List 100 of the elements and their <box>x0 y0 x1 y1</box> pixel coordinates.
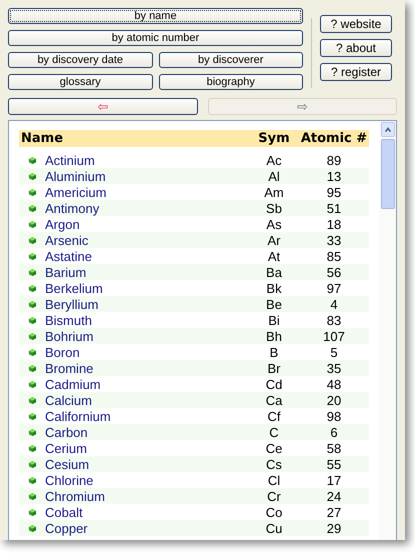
table-cell-text: Ce <box>264 440 284 456</box>
element-name[interactable]: Argon <box>45 216 249 232</box>
cube-icon <box>28 524 37 532</box>
cube-icon <box>28 460 37 468</box>
element-name[interactable]: Californium <box>45 408 249 424</box>
table-cell-text: At <box>266 248 282 264</box>
element-name[interactable]: Cerium <box>45 440 249 456</box>
table-cell-text: 97 <box>326 280 342 296</box>
cube-icon <box>28 444 37 452</box>
cube-icon <box>28 364 37 372</box>
cube-icon <box>28 156 37 164</box>
element-name[interactable]: Cobalt <box>45 504 249 520</box>
table-cell-text: Bi <box>267 312 281 328</box>
cube-icon <box>28 428 37 436</box>
help-button[interactable]: ? website <box>320 15 392 33</box>
table-cell-text: Br <box>266 360 282 376</box>
help-button[interactable]: ? register <box>320 63 392 81</box>
element-name[interactable]: Bohrium <box>45 328 249 344</box>
table-cell-text: 4 <box>329 296 339 312</box>
table-cell-text: Bk <box>265 280 283 296</box>
cube-icon <box>28 316 37 324</box>
scroll-up-button[interactable] <box>380 122 394 137</box>
table-cell-text: 83 <box>326 312 342 328</box>
element-name[interactable]: Cadmium <box>45 376 249 392</box>
table-cell-text: 56 <box>326 264 342 280</box>
element-name[interactable]: Actinium <box>45 152 249 168</box>
cube-icon <box>28 396 37 404</box>
element-name[interactable]: Astatine <box>45 248 249 264</box>
table-cell-text: 85 <box>326 248 342 264</box>
table-cell-text: 107 <box>322 328 346 344</box>
table-cell-text: 18 <box>326 216 342 232</box>
element-name[interactable]: Bromine <box>45 360 249 376</box>
column-header: Sym <box>257 131 291 146</box>
table-cell-text: Cd <box>264 376 284 392</box>
table-cell-text: Sb <box>265 200 283 216</box>
element-name[interactable]: Cesium <box>45 456 249 472</box>
table-cell-text: Cu <box>264 520 284 536</box>
element-name[interactable]: Copper <box>45 520 249 536</box>
cube-icon <box>28 188 37 196</box>
table-cell-text: 27 <box>326 504 342 520</box>
table-cell-text: Ba <box>265 264 283 280</box>
element-name[interactable]: Calcium <box>45 392 249 408</box>
cube-icon <box>28 252 37 260</box>
element-name[interactable]: Arsenic <box>45 232 249 248</box>
table-cell-text: Cr <box>266 488 282 504</box>
table-cell-text: 48 <box>326 376 342 392</box>
table-cell-text: Ca <box>264 392 284 408</box>
table-cell-text: 13 <box>326 168 342 184</box>
chevron-up-icon <box>384 126 392 134</box>
table-cell-text: 55 <box>326 456 342 472</box>
sort-button[interactable]: biography <box>158 74 303 90</box>
nav-button[interactable]: ⇦ <box>8 98 198 115</box>
sort-button[interactable]: by discovery date <box>8 52 152 68</box>
column-header: Name <box>21 131 64 146</box>
element-name[interactable]: Beryllium <box>45 296 249 312</box>
table-cell-text: Bh <box>265 328 283 344</box>
table-cell-text: 29 <box>326 520 342 536</box>
table-cell-text: C <box>268 424 280 440</box>
scrollbar[interactable] <box>379 121 396 540</box>
element-name[interactable]: Barium <box>45 264 249 280</box>
cube-icon <box>28 492 37 500</box>
table-cell-text: Ar <box>266 232 282 248</box>
sort-button[interactable]: by discoverer <box>158 52 303 68</box>
cube-icon <box>28 380 37 388</box>
element-name[interactable]: Boron <box>45 344 249 360</box>
cube-icon <box>28 220 37 228</box>
element-name[interactable]: Carbon <box>45 424 249 440</box>
element-name[interactable]: Chromium <box>45 488 249 504</box>
table-cell-text: Cs <box>265 456 283 472</box>
table-cell-text: Al <box>267 168 281 184</box>
cube-icon <box>28 348 37 356</box>
element-name[interactable]: Berkelium <box>45 280 249 296</box>
cube-icon <box>28 172 37 180</box>
table-cell-text: Cf <box>266 408 282 424</box>
help-button[interactable]: ? about <box>320 39 392 57</box>
table-cell-text: Am <box>263 184 285 200</box>
element-name[interactable]: Antimony <box>45 200 249 216</box>
element-name[interactable]: Bismuth <box>45 312 249 328</box>
table-cell-text: 20 <box>326 392 342 408</box>
column-header: Atomic # <box>300 131 368 146</box>
sort-button[interactable]: glossary <box>8 74 152 90</box>
sort-button[interactable]: by atomic number <box>8 30 303 46</box>
cube-icon <box>28 412 37 420</box>
table-cell-text: 24 <box>326 488 342 504</box>
table-cell-text: 35 <box>326 360 342 376</box>
scroll-thumb[interactable] <box>380 139 394 209</box>
table-cell-text: 98 <box>326 408 342 424</box>
cube-icon <box>28 300 37 308</box>
table-cell-text: 6 <box>329 424 339 440</box>
element-name[interactable]: Aluminium <box>45 168 249 184</box>
element-name[interactable]: Chlorine <box>45 472 249 488</box>
cube-icon <box>28 268 37 276</box>
table-cell-text: B <box>268 344 280 360</box>
table-cell-text: 51 <box>326 200 342 216</box>
element-name[interactable]: Americium <box>45 184 249 200</box>
table-cell-text: 33 <box>326 232 342 248</box>
cube-icon <box>28 476 37 484</box>
table-cell-text: 17 <box>326 472 342 488</box>
table-cell-text: Cl <box>266 472 282 488</box>
sort-button[interactable]: by name <box>8 8 303 24</box>
